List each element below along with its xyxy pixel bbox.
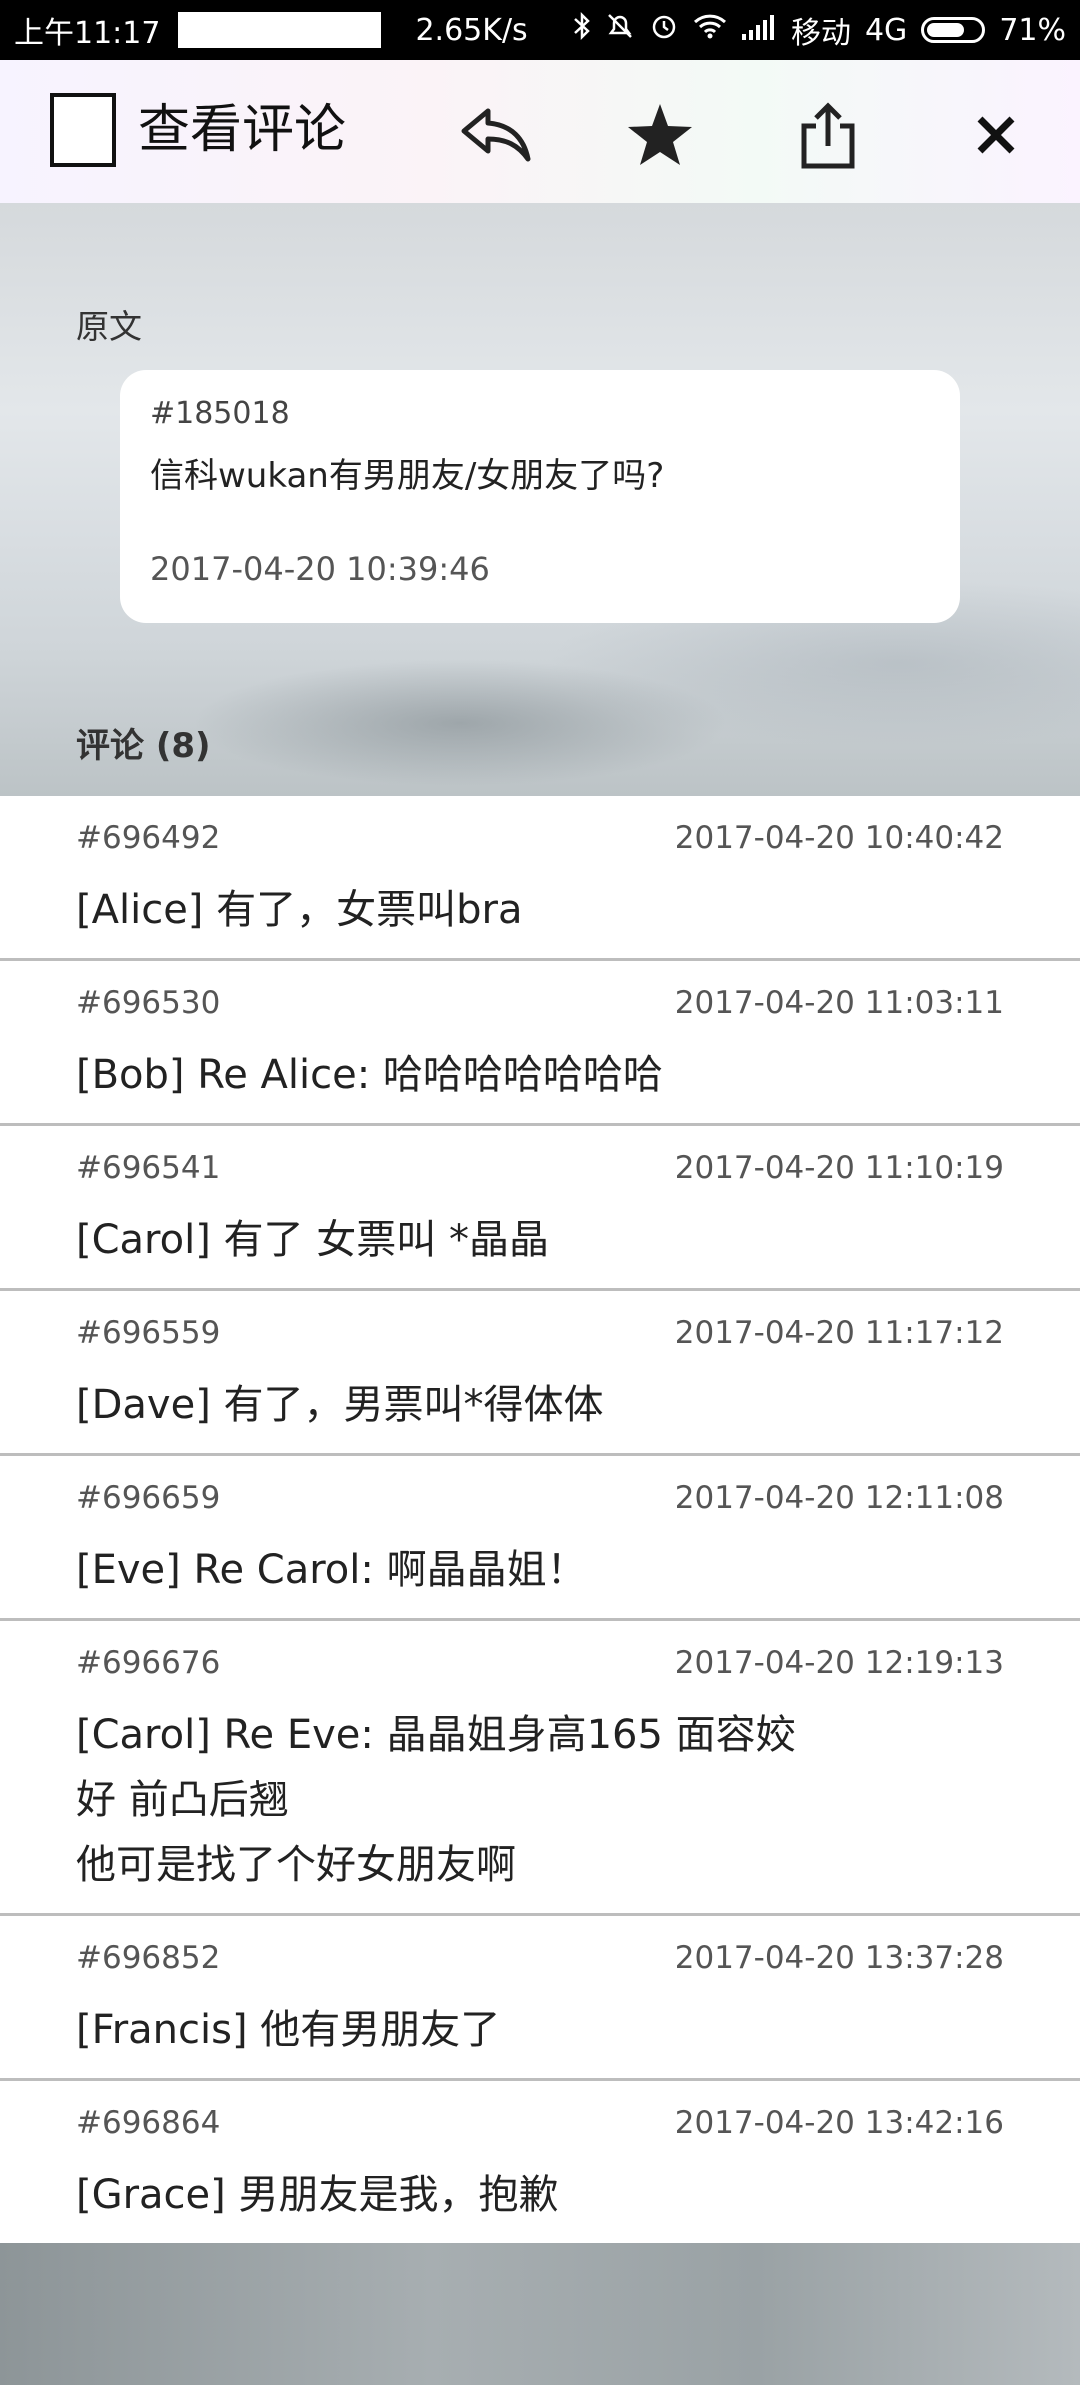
status-time: 上午11:17: [14, 16, 161, 51]
comment-text-line: [Dave] 有了，男票叫*得体体: [76, 1382, 604, 1428]
comment-text-line: 好 前凸后翘: [76, 1777, 289, 1823]
comment-item[interactable]: #696676 2017-04-20 12:19:13 [Carol] Re Eve…: [0, 1621, 1080, 1916]
original-post-text: 信科wukan有男朋友/女朋友了吗?: [150, 456, 665, 496]
comment-text-line: [Eve] Re Carol: 啊晶晶姐！: [76, 1547, 587, 1593]
comment-item[interactable]: #696541 2017-04-20 11:10:19 [Carol] 有了 女票叫…: [0, 1126, 1080, 1291]
comment-item[interactable]: #696864 2017-04-20 13:42:16 [Grace] 男朋友是我，…: [0, 2081, 1080, 2246]
comment-id: #696676: [76, 1645, 221, 1681]
comment-id: #696659: [76, 1480, 221, 1516]
battery-percent: 71%: [999, 12, 1066, 48]
comment-id: #696864: [76, 2105, 221, 2141]
comment-text-line: [Francis] 他有男朋友了: [76, 2007, 501, 2053]
star-icon[interactable]: [620, 95, 700, 175]
comment-id: #696530: [76, 985, 221, 1021]
comment-item[interactable]: #696492 2017-04-20 10:40:42 [Alice] 有了，女票叫…: [0, 796, 1080, 961]
comment-text-line: [Grace] 男朋友是我，抱歉: [76, 2172, 559, 2218]
battery-icon: [921, 17, 986, 43]
comment-text-line: 他可是找了个好女朋友啊: [76, 1842, 516, 1888]
comment-time: 2017-04-20 13:37:28: [674, 1940, 1004, 1976]
original-post-card[interactable]: #185018 信科wukan有男朋友/女朋友了吗? 2017-04-20 10…: [120, 370, 960, 623]
status-bar: 上午11:17 2.65K/s 移动 4G 71%: [0, 0, 1080, 60]
comments-list: #696492 2017-04-20 10:40:42 [Alice] 有了，女票叫…: [0, 796, 1080, 2246]
comment-item[interactable]: #696559 2017-04-20 11:17:12 [Dave] 有了，男票叫*…: [0, 1291, 1080, 1456]
signal-icon: [741, 13, 777, 48]
comment-text: [Carol] 有了 女票叫 *晶晶: [76, 1208, 1004, 1273]
comment-text-line: [Carol] 有了 女票叫 *晶晶: [76, 1217, 549, 1263]
page-title: 查看评论: [138, 100, 347, 160]
comment-id: #696559: [76, 1315, 221, 1351]
comment-text-line: [Bob] Re Alice: 哈哈哈哈哈哈哈: [76, 1052, 663, 1098]
comment-time: 2017-04-20 12:11:08: [674, 1480, 1004, 1516]
close-icon[interactable]: [956, 95, 1036, 175]
comment-time: 2017-04-20 10:40:42: [674, 820, 1004, 856]
comment-text: [Dave] 有了，男票叫*得体体: [76, 1373, 1004, 1438]
comment-text: [Grace] 男朋友是我，抱歉: [76, 2163, 1004, 2228]
network-speed: 2.65K/s: [415, 12, 528, 48]
comment-time: 2017-04-20 11:03:11: [674, 985, 1004, 1021]
reply-icon[interactable]: [456, 95, 536, 175]
original-section-label: 原文: [76, 307, 142, 346]
comment-time: 2017-04-20 11:10:19: [674, 1150, 1004, 1186]
comment-text-line: [Alice] 有了，女票叫bra: [76, 887, 523, 933]
comment-text: [Carol] Re Eve: 晶晶姐身高165 面容姣好 前凸后翘他可是找了个…: [76, 1703, 1004, 1898]
comment-text: [Francis] 他有男朋友了: [76, 1998, 1004, 2063]
comment-text-line: [Carol] Re Eve: 晶晶姐身高165 面容姣: [76, 1712, 796, 1758]
alarm-icon: [649, 11, 679, 49]
comment-id: #696852: [76, 1940, 221, 1976]
wifi-icon: [693, 12, 727, 48]
checkbox-icon[interactable]: [50, 93, 116, 167]
comment-time: 2017-04-20 12:19:13: [674, 1645, 1004, 1681]
comment-text: [Eve] Re Carol: 啊晶晶姐！: [76, 1538, 1004, 1603]
comment-time: 2017-04-20 13:42:16: [674, 2105, 1004, 2141]
comment-item[interactable]: #696530 2017-04-20 11:03:11 [Bob] Re Alice…: [0, 961, 1080, 1126]
comment-item[interactable]: #696852 2017-04-20 13:37:28 [Francis] 他有男朋…: [0, 1916, 1080, 2081]
carrier-label: 移动: [790, 16, 851, 51]
background-bottom: [0, 2243, 1080, 2385]
status-icons: 移动 4G 71%: [573, 8, 1066, 52]
comment-item[interactable]: #696659 2017-04-20 12:11:08 [Eve] Re Carol…: [0, 1456, 1080, 1621]
original-post-time: 2017-04-20 10:39:46: [150, 550, 490, 588]
top-toolbar: 查看评论: [0, 60, 1080, 203]
comments-section-label: 评论 (8): [76, 726, 211, 766]
notification-placeholder: [178, 12, 382, 48]
comment-id: #696492: [76, 820, 221, 856]
comment-text: [Alice] 有了，女票叫bra: [76, 878, 1004, 943]
network-type: 4G: [864, 12, 908, 48]
mute-icon: [605, 11, 635, 49]
comment-id: #696541: [76, 1150, 221, 1186]
comment-text: [Bob] Re Alice: 哈哈哈哈哈哈哈: [76, 1043, 1004, 1108]
comment-time: 2017-04-20 11:17:12: [674, 1315, 1004, 1351]
original-post-id: #185018: [150, 396, 290, 431]
bluetooth-icon: [573, 11, 591, 49]
share-icon[interactable]: [788, 95, 868, 175]
